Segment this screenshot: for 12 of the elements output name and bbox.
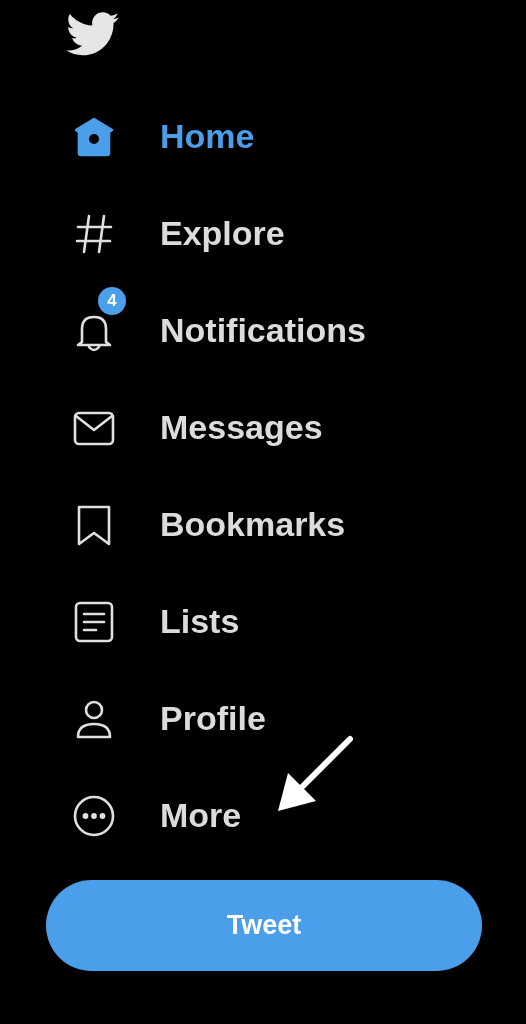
nav-item[interactable]: Explore (0, 185, 526, 282)
nav-item[interactable]: Bookmarks (0, 476, 526, 573)
nav-item[interactable]: Lists (0, 573, 526, 670)
nav-item[interactable]: More (0, 767, 526, 864)
nav-item[interactable]: 4 Notifications (0, 282, 526, 379)
nav-item[interactable]: Profile (0, 670, 526, 767)
bird-logo[interactable] (66, 12, 120, 57)
nav-item[interactable]: Home (0, 88, 526, 185)
nav-item[interactable]: Messages (0, 379, 526, 476)
list-icon (72, 599, 116, 644)
notification-count: 4 (96, 284, 128, 317)
more-icon (72, 793, 116, 838)
